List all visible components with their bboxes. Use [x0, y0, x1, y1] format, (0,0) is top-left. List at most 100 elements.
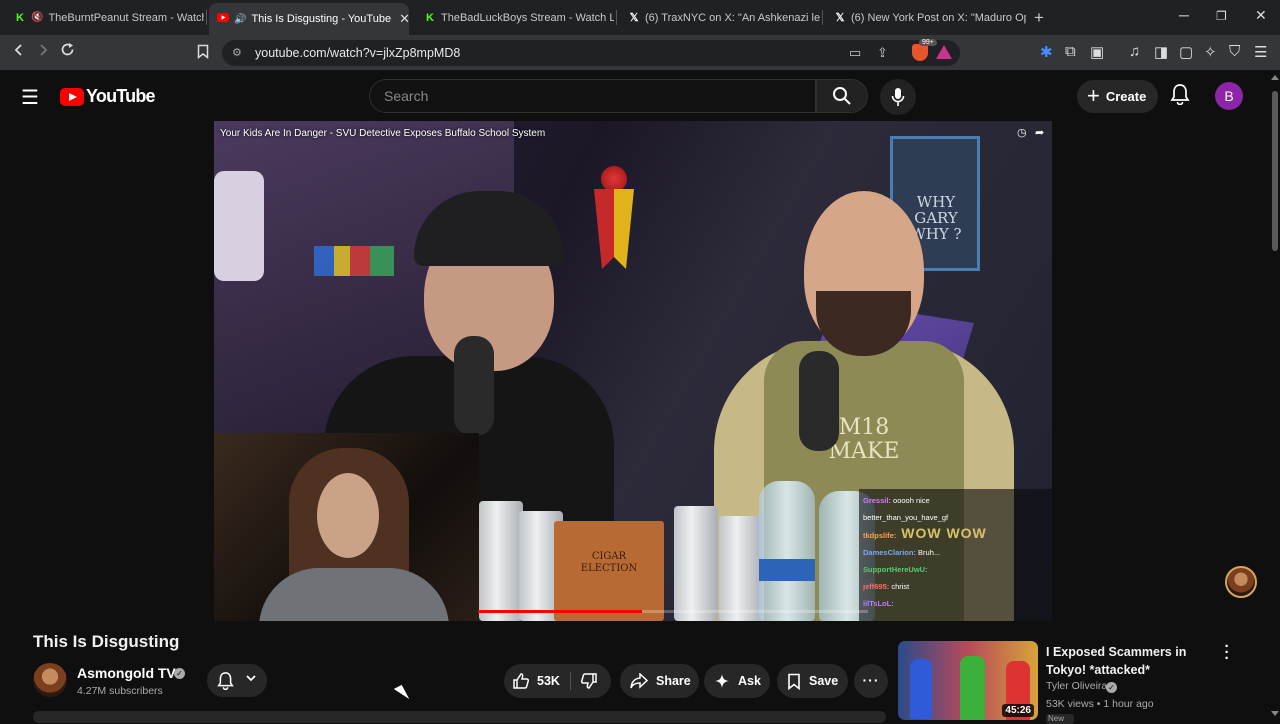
- brave-rewards-icon[interactable]: [936, 45, 952, 59]
- notifications-bell-icon[interactable]: [1170, 83, 1190, 110]
- verified-icon: ✓: [174, 668, 185, 679]
- create-button[interactable]: + Create: [1077, 80, 1158, 113]
- recommendation-menu-icon[interactable]: · · ·: [1222, 639, 1232, 666]
- chevron-down-icon: [245, 672, 257, 687]
- wallet-icon[interactable]: ▢: [1179, 43, 1193, 61]
- share-label: Share: [656, 674, 691, 688]
- share-arrow-icon[interactable]: ➦: [1035, 126, 1044, 139]
- chat-message: DamesClarion: Bruh...: [863, 544, 1048, 561]
- screenshot-icon[interactable]: ▣: [1090, 43, 1104, 61]
- speaker-icon[interactable]: 🔊: [234, 14, 246, 25]
- vpn-icon[interactable]: ✱: [1040, 43, 1053, 61]
- back-icon[interactable]: [12, 42, 26, 62]
- channel-avatar[interactable]: [33, 663, 67, 697]
- chat-message: better_than_you_have_gf: [863, 509, 1048, 526]
- muted-speaker-icon[interactable]: 🔇: [31, 12, 43, 23]
- subscription-notifications-button[interactable]: [207, 664, 267, 697]
- extensions-icon[interactable]: ⧉: [1065, 43, 1076, 60]
- podcast-mic: [454, 336, 494, 436]
- video-player[interactable]: WHY GARY WHY ? M18 MAKE CIGAR ELECTION Y…: [214, 121, 1052, 621]
- x-icon: 𝕏: [835, 11, 845, 24]
- ask-button[interactable]: Ask: [704, 664, 770, 698]
- share-button[interactable]: Share: [620, 664, 699, 698]
- site-settings-icon[interactable]: ⚙: [232, 46, 242, 59]
- search-input[interactable]: [384, 88, 784, 104]
- youtube-icon: [217, 13, 229, 25]
- hamburger-menu-icon[interactable]: ☰: [21, 85, 39, 110]
- recommended-video-title[interactable]: I Exposed Scammers in Tokyo! *attacked*: [1046, 643, 1216, 679]
- sparkle-icon: [715, 674, 729, 688]
- forward-icon[interactable]: [36, 42, 50, 62]
- chat-text: better_than_you_have_gf: [863, 513, 949, 522]
- browser-tab-4[interactable]: 𝕏 (6) TraxNYC on X: "An Ashkenazi less: [620, 4, 820, 31]
- youtube-logo[interactable]: YouTube: [60, 86, 156, 107]
- restore-icon[interactable]: ❐: [1216, 9, 1227, 23]
- leo-ai-icon[interactable]: ✧: [1204, 43, 1217, 61]
- youtube-play-icon: [60, 87, 84, 106]
- search-button[interactable]: [816, 79, 868, 113]
- save-label: Save: [809, 674, 839, 688]
- kick-icon: K: [426, 11, 434, 24]
- chat-username: SupportHereUwU:: [863, 565, 928, 574]
- chat-username: tkdpslife:: [863, 531, 897, 540]
- chat-message: SupportHereUwU:: [863, 561, 1048, 578]
- cast-icon[interactable]: ▭: [849, 45, 861, 61]
- media-icon[interactable]: ♫: [1129, 43, 1140, 60]
- tab-title: This Is Disgusting - YouTube: [251, 13, 392, 25]
- like-button[interactable]: [512, 672, 530, 695]
- chat-text: WOW WOW: [896, 526, 987, 541]
- channel-name[interactable]: Asmongold TV: [77, 665, 176, 681]
- account-avatar[interactable]: B: [1215, 82, 1243, 110]
- floating-channel-avatar[interactable]: [1225, 566, 1257, 598]
- sidebar-icon[interactable]: ◨: [1154, 43, 1168, 61]
- youtube-header: ☰ YouTube + Create B: [0, 71, 1280, 121]
- bookmark-icon[interactable]: [197, 44, 209, 64]
- search-box[interactable]: [369, 79, 816, 113]
- recommended-video-thumbnail[interactable]: 45:26: [898, 641, 1038, 720]
- streamer-webcam: [214, 433, 479, 621]
- tab-separator: [206, 10, 207, 25]
- search-icon: [833, 87, 851, 105]
- voice-search-button[interactable]: [880, 79, 916, 115]
- share-page-icon[interactable]: ⇪: [877, 45, 888, 61]
- close-tab-icon[interactable]: ✕: [391, 11, 409, 27]
- tab-title: (6) New York Post on X: "Maduro Ope: [851, 11, 1026, 24]
- video-decor: [214, 171, 264, 281]
- minimize-icon[interactable]: ─: [1179, 7, 1189, 23]
- description-box[interactable]: [33, 711, 886, 723]
- chat-username: jeff695:: [863, 582, 890, 591]
- browser-tab-3[interactable]: K TheBadLuckBoys Stream - Watch Live: [416, 4, 614, 31]
- scroll-up-arrow-icon[interactable]: [1271, 75, 1279, 80]
- browser-menu-icon[interactable]: ☰: [1254, 43, 1267, 61]
- thumbs-up-icon: [513, 673, 530, 689]
- page-scrollbar[interactable]: [1270, 71, 1280, 720]
- save-button[interactable]: Save: [777, 664, 848, 698]
- vpn-shield-icon[interactable]: ⛉: [1229, 43, 1240, 60]
- reload-icon[interactable]: [60, 42, 75, 62]
- recommended-channel-name[interactable]: Tyler Oliveira: [1046, 680, 1107, 692]
- plus-icon: +: [1087, 82, 1100, 108]
- brave-shields-icon[interactable]: [912, 44, 928, 61]
- microphone-icon: [891, 88, 905, 106]
- mouse-cursor: [393, 684, 410, 704]
- embedded-progress-track: [478, 610, 868, 613]
- scrollbar-thumb[interactable]: [1272, 91, 1278, 251]
- address-bar[interactable]: ⚙ youtube.com/watch?v=jlxZp8mpMD8 ▭ ⇪ 99…: [222, 39, 960, 66]
- tab-separator: [822, 10, 823, 25]
- more-actions-button[interactable]: ···: [854, 664, 888, 698]
- watch-later-icon[interactable]: ◷: [1017, 126, 1027, 139]
- dislike-button[interactable]: [580, 672, 598, 695]
- browser-tab-2-active[interactable]: 🔊 This Is Disgusting - YouTube ✕: [209, 3, 409, 35]
- table-items: CIGAR ELECTION: [479, 481, 875, 621]
- embedded-video-title: Your Kids Are In Danger - SVU Detective …: [220, 128, 546, 139]
- browser-tab-1[interactable]: K 🔇 TheBurntPeanut Stream - Watch Live: [6, 4, 204, 31]
- new-badge: New: [1046, 714, 1074, 724]
- window-close-icon[interactable]: ✕: [1255, 7, 1267, 24]
- chat-message: lilTsLoL:: [863, 595, 1048, 612]
- tab-title: TheBadLuckBoys Stream - Watch Live: [441, 11, 614, 24]
- new-tab-icon[interactable]: +: [1034, 8, 1044, 28]
- video-duration: 45:26: [1002, 704, 1034, 717]
- scroll-down-arrow-icon[interactable]: [1271, 711, 1279, 716]
- browser-toolbar: ⚙ youtube.com/watch?v=jlxZp8mpMD8 ▭ ⇪ 99…: [0, 35, 1280, 71]
- browser-tab-5[interactable]: 𝕏 (6) New York Post on X: "Maduro Ope: [826, 4, 1026, 31]
